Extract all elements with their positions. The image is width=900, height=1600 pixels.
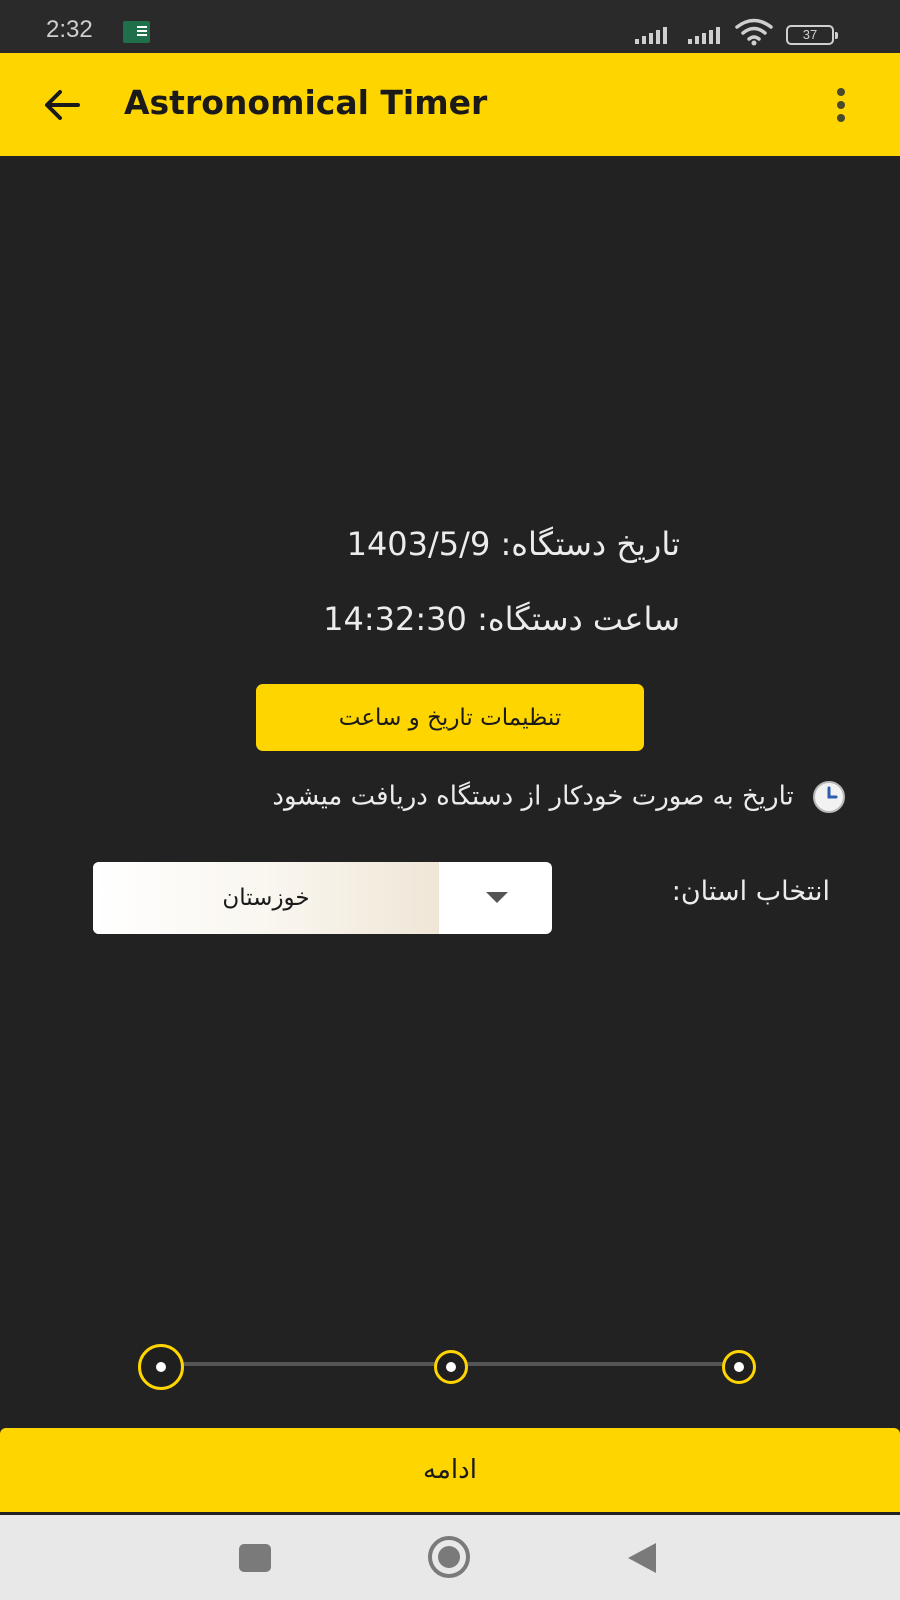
stepper-step-3 [722,1350,756,1384]
arrow-left-icon[interactable] [40,83,84,127]
home-icon[interactable] [427,1535,471,1579]
continue-button[interactable]: ادامه [0,1428,900,1512]
clock-icon [813,781,845,813]
signal-strength-icon-2 [688,24,728,44]
stepper-step-1 [138,1344,184,1390]
nav-back-icon[interactable] [628,1543,656,1573]
status-time: 2:32 [46,16,93,43]
device-date: تاریخ دستگاه: 1403/5/9 [346,525,680,563]
status-bar: 2:32 37 [0,0,900,53]
battery-level: 37 [802,27,818,42]
auto-date-note-text: تاریخ به صورت خودکار از دستگاه دریافت می… [272,781,794,812]
screen: 2:32 37 Astronomical Timer تاریخ دستگاه:… [0,0,900,1600]
chevron-down-icon [486,892,508,903]
device-time: ساعت دستگاه: 14:32:30 [323,600,680,638]
page-title: Astronomical Timer [124,83,488,122]
stepper-step-2 [434,1350,468,1384]
more-vertical-icon[interactable] [832,83,850,127]
auto-date-note: تاریخ به صورت خودکار از دستگاه دریافت می… [40,780,846,814]
wifi-icon [735,18,773,46]
battery-icon: 37 [786,25,838,45]
system-nav-bar [0,1515,900,1600]
date-time-settings-button[interactable]: تنظیمات تاریخ و ساعت [256,684,644,751]
recent-apps-icon[interactable] [239,1544,271,1572]
province-label: انتخاب استان: [671,876,830,907]
province-dropdown[interactable]: خوزستان [93,862,552,934]
signal-strength-icon [635,24,675,44]
app-bar: Astronomical Timer [0,53,900,156]
province-selected-value: خوزستان [93,862,439,934]
notification-app-icon [123,21,150,43]
